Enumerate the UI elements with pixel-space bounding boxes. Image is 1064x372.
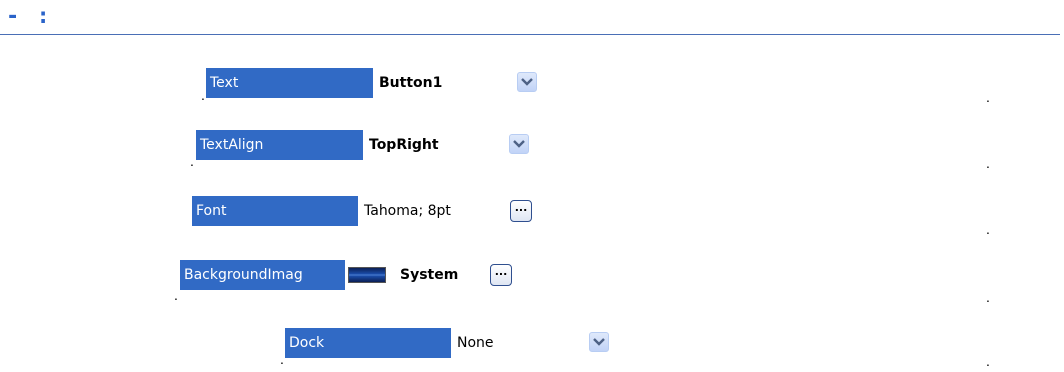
heading: - :: [6, 4, 52, 29]
property-row-textalign[interactable]: TextAlign TopRight: [196, 130, 542, 160]
dropdown-arrow-icon[interactable]: [517, 72, 537, 92]
dropdown-arrow-icon[interactable]: [509, 134, 529, 154]
bullet-dot: .: [174, 287, 178, 303]
property-value-text: Tahoma; 8pt: [364, 203, 451, 219]
property-value-text: None: [457, 335, 494, 351]
dropdown-arrow-icon[interactable]: [589, 332, 609, 352]
property-value[interactable]: System ...: [345, 260, 522, 290]
ellipsis-button[interactable]: ...: [510, 200, 532, 222]
bullet-dot: .: [986, 221, 990, 237]
property-name: BackgroundImag: [180, 260, 345, 290]
property-name: TextAlign: [196, 130, 363, 160]
property-name: Dock: [285, 328, 451, 358]
property-value-text: System: [400, 267, 459, 283]
property-value[interactable]: Tahoma; 8pt ...: [358, 196, 537, 226]
bullet-dot: .: [986, 289, 990, 305]
bullet-dot: .: [986, 155, 990, 171]
bullet-dot: .: [986, 89, 990, 105]
property-value[interactable]: Button1: [373, 68, 550, 98]
property-row-dock[interactable]: Dock None: [285, 328, 630, 358]
property-value[interactable]: TopRight: [363, 130, 542, 160]
bullet-dot: .: [190, 153, 194, 169]
property-row-backgroundimage[interactable]: BackgroundImag System ...: [180, 260, 522, 290]
ellipsis-button[interactable]: ...: [490, 264, 512, 286]
property-name: Text: [206, 68, 373, 98]
property-row-text[interactable]: Text Button1: [206, 68, 550, 98]
property-name: Font: [192, 196, 358, 226]
bullet-dot: .: [986, 353, 990, 369]
bullet-dot: .: [280, 351, 284, 367]
background-image-thumbnail: [348, 267, 386, 283]
property-value-text: Button1: [379, 75, 443, 91]
bullet-dot: .: [201, 87, 205, 103]
property-value-text: TopRight: [369, 137, 439, 153]
property-row-font[interactable]: Font Tahoma; 8pt ...: [192, 196, 537, 226]
heading-rule: [0, 34, 1060, 35]
property-value[interactable]: None: [451, 328, 630, 358]
